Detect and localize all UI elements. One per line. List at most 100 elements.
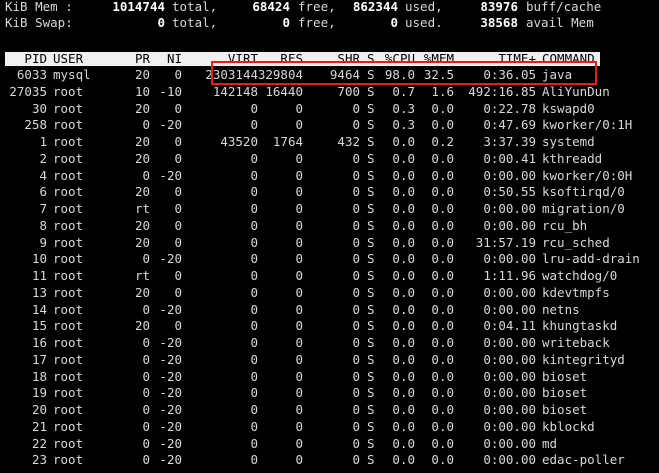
process-virt: 2303144 <box>205 67 258 82</box>
process-command: kdevtmpfs <box>542 284 610 300</box>
process-virt: 0 <box>250 284 258 300</box>
process-command: lru-add-drain <box>542 251 640 267</box>
swap-avail-value: 38568 <box>480 15 518 30</box>
process-shr: 0 <box>352 234 360 250</box>
process-command: ksoftirqd/0 <box>542 184 625 200</box>
process-command: kblockd <box>542 418 595 434</box>
terminal-window[interactable]: KiB Mem : 1014744 total, 68424 free, 862… <box>0 0 659 473</box>
process-cpu: 0.0 <box>392 335 415 350</box>
process-pid: 17 <box>31 351 47 367</box>
process-command: java <box>542 67 573 82</box>
process-row: 4 root 0 -20 0 0 0 S 0.0 0.0 0:00.00 kworker/0:0H <box>0 167 659 184</box>
process-res: 0 <box>295 150 303 166</box>
process-res: 0 <box>295 201 303 216</box>
process-cpu: 0.0 <box>392 452 415 468</box>
process-cpu: 98.0 <box>384 67 415 82</box>
process-time: 0:00.00 <box>483 402 536 417</box>
column-header-row: PID USER PR NI VIRT RES SHR S %CPU %MEM TIME+ COMMA… <box>0 51 659 67</box>
process-user: root <box>53 167 84 183</box>
process-mem: 0.0 <box>431 335 454 350</box>
process-cpu: 0.0 <box>392 134 415 149</box>
column-header-shr: SHR <box>337 51 360 66</box>
process-pr: 20 <box>134 284 150 300</box>
process-pid: 19 <box>31 385 47 401</box>
process-mem: 0.0 <box>431 435 454 451</box>
process-row: 19 root 0 -20 0 0 0 S 0.0 0.0 0:00.00 bioset <box>0 384 659 401</box>
process-command: rcu_sched <box>542 234 610 250</box>
process-user: root <box>53 301 84 317</box>
process-cpu: 0.0 <box>392 167 415 183</box>
process-cpu: 0.0 <box>392 368 415 384</box>
process-pid: 2 <box>39 150 47 166</box>
process-pid: 23 <box>31 452 47 468</box>
process-pr: 20 <box>134 184 150 200</box>
process-time: 0:00.00 <box>483 335 536 350</box>
process-pid: 1 <box>39 134 47 149</box>
process-ni: 0 <box>174 184 182 200</box>
process-res: 0 <box>295 268 303 283</box>
process-virt: 0 <box>250 117 258 133</box>
column-header-time: TIME+ <box>498 51 536 66</box>
process-ni: 0 <box>174 318 182 334</box>
process-command: watchdog/0 <box>542 268 618 283</box>
process-virt: 0 <box>250 435 258 451</box>
process-mem: 1.6 <box>431 83 454 99</box>
process-virt: 0 <box>250 418 258 434</box>
process-virt: 142148 <box>212 83 258 99</box>
process-user: root <box>53 217 84 233</box>
process-time: 0:00.00 <box>483 217 536 233</box>
process-cpu: 0.0 <box>392 318 415 334</box>
process-mem: 0.0 <box>431 117 454 133</box>
process-pid: 258 <box>24 117 47 133</box>
process-virt: 0 <box>250 385 258 401</box>
process-shr: 0 <box>352 368 360 384</box>
column-header-ni: NI <box>166 51 182 66</box>
process-ni: -20 <box>159 117 182 133</box>
process-row: 23 root 0 -20 0 0 0 S 0.0 0.0 0:00.00 edac-poller <box>0 451 659 468</box>
process-virt: 0 <box>250 335 258 350</box>
process-res: 329804 <box>257 67 303 82</box>
process-time: 0:47.69 <box>483 117 536 133</box>
process-mem: 0.0 <box>431 100 454 116</box>
swap-total-value: 0 <box>157 15 165 30</box>
process-ni: 0 <box>174 100 182 116</box>
process-virt: 43520 <box>220 134 258 149</box>
process-pr: 20 <box>134 100 150 116</box>
process-command: bioset <box>542 368 588 384</box>
process-row: 7 root rt 0 0 0 0 S 0.0 0.0 0:00.00 migration/0 <box>0 200 659 217</box>
process-res: 0 <box>295 368 303 384</box>
process-shr: 0 <box>352 402 360 417</box>
process-shr: 0 <box>352 284 360 300</box>
process-row: 20 root 0 -20 0 0 0 S 0.0 0.0 0:00.00 bioset <box>0 401 659 418</box>
process-user: root <box>53 100 84 116</box>
process-command: rcu_bh <box>542 217 588 233</box>
process-user: root <box>53 251 84 267</box>
process-mem: 0.0 <box>431 301 454 317</box>
process-pr: 20 <box>134 67 150 82</box>
process-pid: 10 <box>31 251 47 267</box>
process-shr: 0 <box>352 385 360 401</box>
process-shr: 0 <box>352 201 360 216</box>
process-user: root <box>53 184 84 200</box>
process-time: 0:00.00 <box>483 385 536 401</box>
process-command: bioset <box>542 402 588 417</box>
process-pid: 11 <box>31 268 47 283</box>
process-mem: 0.0 <box>431 251 454 267</box>
process-time: 0:00.00 <box>483 368 536 384</box>
process-command: migration/0 <box>542 201 625 216</box>
process-pr: 0 <box>142 117 150 133</box>
process-shr: 432 <box>337 134 360 149</box>
process-command: khungtaskd <box>542 318 618 334</box>
process-pr: 0 <box>142 167 150 183</box>
process-command: netns <box>542 301 580 317</box>
process-shr: 0 <box>352 418 360 434</box>
swap-used-value: 0 <box>390 15 398 30</box>
process-pid: 18 <box>31 368 47 384</box>
process-mem: 0.0 <box>431 452 454 468</box>
process-command: kthreadd <box>542 150 603 166</box>
process-pr: 20 <box>134 234 150 250</box>
process-ni: 0 <box>174 284 182 300</box>
process-res: 0 <box>295 117 303 133</box>
process-virt: 0 <box>250 402 258 417</box>
process-pr: 10 <box>134 83 150 99</box>
